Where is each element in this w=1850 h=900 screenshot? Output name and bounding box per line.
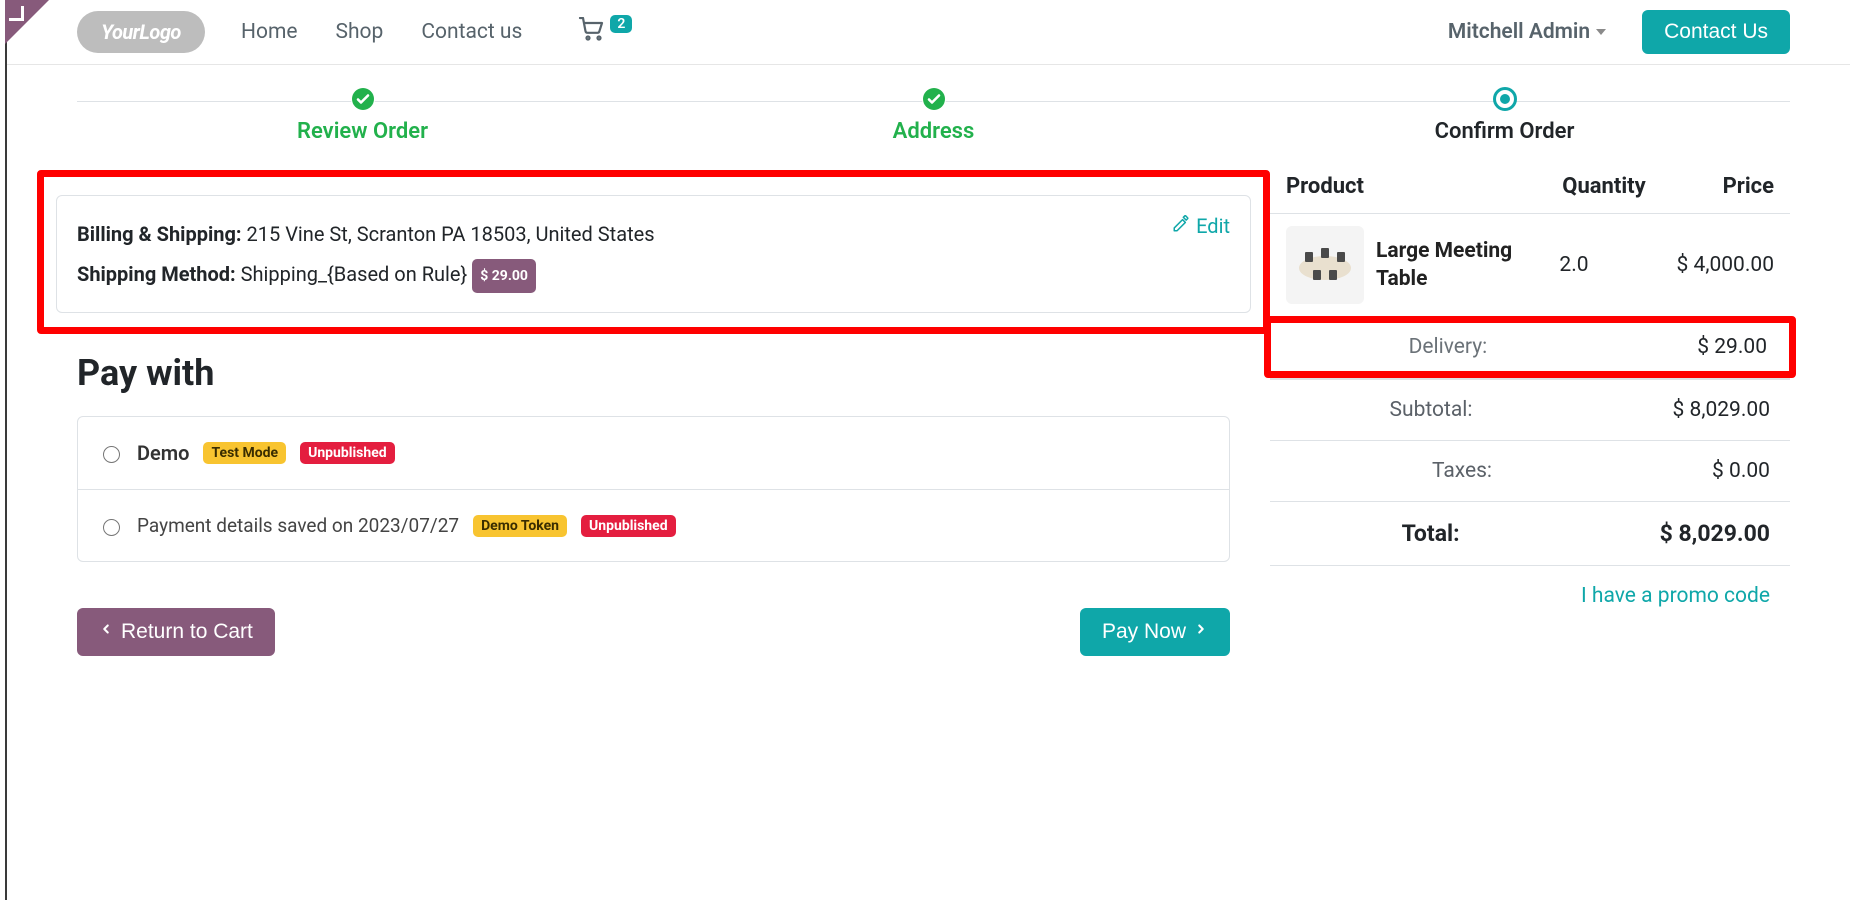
promo-row: I have a promo code [1270, 565, 1790, 626]
cart-icon [578, 17, 604, 47]
shipping-method-value: Shipping_{Based on Rule} [241, 262, 468, 286]
user-menu[interactable]: Mitchell Admin [1448, 20, 1606, 44]
pencil-icon [1172, 214, 1190, 238]
step-confirm-order[interactable]: Confirm Order [1219, 87, 1790, 144]
logo[interactable]: YourLogo [77, 11, 205, 53]
payment-radio[interactable] [103, 519, 120, 536]
total-value: $ 8,029.00 [1660, 520, 1770, 547]
nav-home[interactable]: Home [233, 14, 306, 50]
badge-unpublished: Unpublished [581, 515, 676, 537]
badge-demo-token: Demo Token [473, 515, 567, 537]
pay-now-button[interactable]: Pay Now [1080, 608, 1230, 656]
step-label: Address [648, 119, 1219, 144]
address-shipping-card: Billing & Shipping: 215 Vine St, Scranto… [56, 195, 1251, 313]
highlight-address-card: Billing & Shipping: 215 Vine St, Scranto… [37, 170, 1270, 334]
billing-label: Billing & Shipping: [77, 222, 242, 246]
total-label: Total: [1402, 520, 1460, 547]
col-quantity: Quantity [1544, 174, 1664, 199]
edit-corner-handle[interactable] [5, 0, 49, 44]
summary-line-item: Large Meeting Table 2.0 $ 4,000.00 [1270, 214, 1790, 316]
pay-with-heading: Pay with [77, 352, 1230, 394]
payment-option-demo[interactable]: Demo Test Mode Unpublished [78, 417, 1229, 489]
col-product: Product [1286, 174, 1544, 199]
top-nav: YourLogo Home Shop Contact us 2 Mitchell… [7, 0, 1850, 65]
payment-radio[interactable] [103, 446, 120, 463]
nav-contact[interactable]: Contact us [413, 14, 530, 50]
product-price: $ 4,000.00 [1634, 253, 1774, 277]
col-price: Price [1664, 174, 1774, 199]
nav-links: Home Shop Contact us 2 [233, 11, 640, 53]
subtotal-value: $ 8,029.00 [1673, 398, 1771, 422]
edit-text: Edit [1196, 214, 1230, 238]
logo-text-2: Logo [139, 20, 180, 44]
taxes-label: Taxes: [1432, 459, 1492, 483]
chevron-left-icon [99, 620, 113, 644]
step-label: Confirm Order [1219, 119, 1790, 144]
chevron-down-icon [1596, 29, 1606, 35]
check-circle-icon [351, 87, 375, 111]
nav-shop[interactable]: Shop [328, 14, 392, 50]
product-thumbnail [1286, 226, 1364, 304]
order-summary: Product Quantity Price Large Meeting Tab… [1270, 170, 1790, 656]
nav-cart[interactable]: 2 [570, 11, 640, 53]
button-label: Pay Now [1102, 620, 1186, 644]
product-name: Large Meeting Table [1376, 237, 1514, 294]
user-name: Mitchell Admin [1448, 20, 1590, 44]
chevron-right-icon [1194, 620, 1208, 644]
product-qty: 2.0 [1514, 253, 1634, 277]
billing-address: 215 Vine St, Scranton PA 18503, United S… [247, 222, 655, 246]
shipping-method-label: Shipping Method: [77, 262, 236, 286]
subtotal-label: Subtotal: [1390, 398, 1473, 422]
delivery-label: Delivery: [1409, 335, 1488, 359]
step-label: Review Order [77, 119, 648, 144]
payment-option-name: Demo [137, 441, 189, 465]
delivery-value: $ 29.00 [1697, 335, 1767, 359]
cart-count-badge: 2 [610, 15, 632, 33]
check-circle-icon [922, 87, 946, 111]
summary-total: Total: $ 8,029.00 [1270, 501, 1790, 565]
edit-address-link[interactable]: Edit [1172, 214, 1230, 238]
contact-us-button[interactable]: Contact Us [1642, 10, 1790, 54]
step-active-dot-icon [1493, 87, 1517, 111]
promo-code-link[interactable]: I have a promo code [1581, 584, 1770, 608]
summary-taxes: Taxes: $ 0.00 [1270, 440, 1790, 501]
payment-options: Demo Test Mode Unpublished Payment detai… [77, 416, 1230, 562]
step-address[interactable]: Address [648, 87, 1219, 144]
payment-option-saved-token[interactable]: Payment details saved on 2023/07/27 Demo… [78, 489, 1229, 561]
return-to-cart-button[interactable]: Return to Cart [77, 608, 275, 656]
highlight-delivery-row: Delivery: $ 29.00 [1264, 316, 1796, 378]
badge-unpublished: Unpublished [300, 442, 395, 464]
taxes-value: $ 0.00 [1712, 459, 1770, 483]
checkout-stepper: Review Order Address Confirm Order [77, 87, 1790, 144]
shipping-price-badge: $ 29.00 [472, 259, 536, 293]
button-label: Return to Cart [121, 620, 253, 644]
step-review-order[interactable]: Review Order [77, 87, 648, 144]
logo-text-1: Your [101, 20, 139, 44]
summary-subtotal: Subtotal: $ 8,029.00 [1270, 379, 1790, 440]
badge-test-mode: Test Mode [203, 442, 286, 464]
payment-option-detail: Payment details saved on 2023/07/27 [137, 514, 459, 537]
